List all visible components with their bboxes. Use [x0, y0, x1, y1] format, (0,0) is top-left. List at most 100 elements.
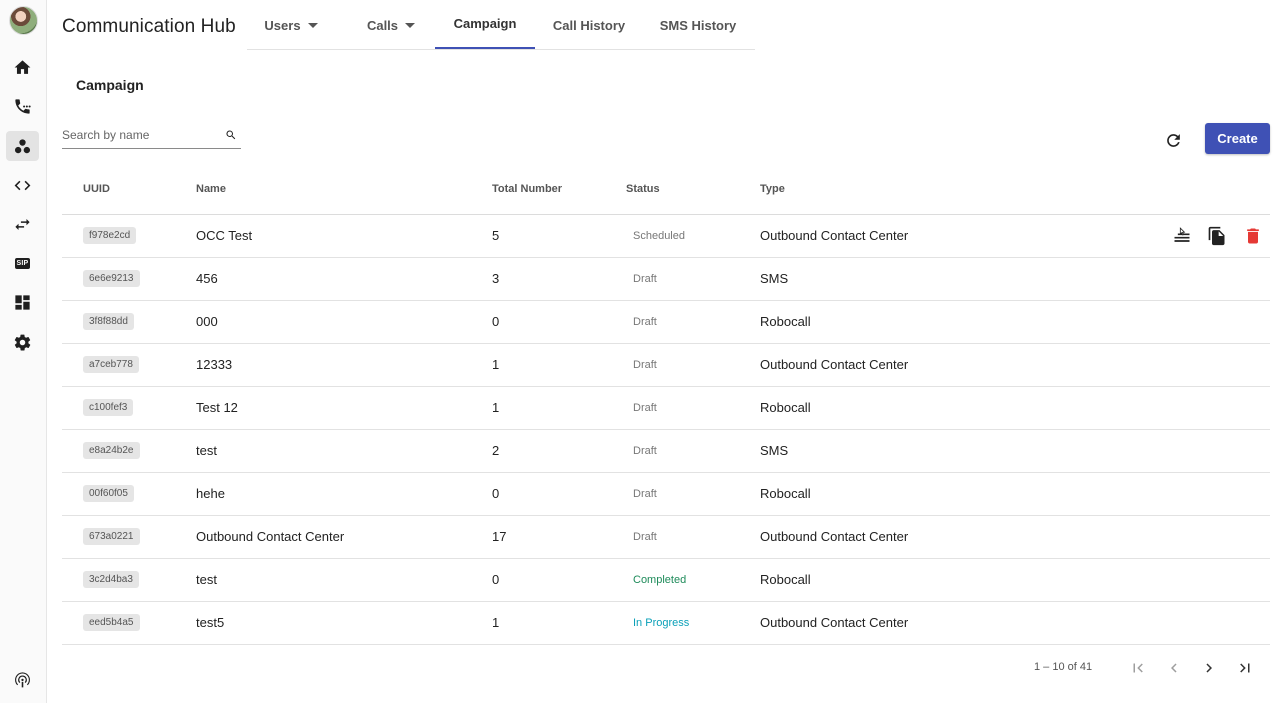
tab-calls[interactable]: Calls — [347, 0, 435, 50]
table-row[interactable]: eed5b4a5 test5 1 In Progress Outbound Contac… — [62, 602, 1270, 645]
total-number: 0 — [492, 572, 500, 587]
app-title: Communication Hub — [62, 16, 236, 37]
campaign-name: test5 — [196, 615, 225, 630]
uuid-badge[interactable]: 3f8f88dd — [83, 313, 134, 330]
last-page-button[interactable] — [1233, 656, 1257, 680]
sidebar: SIP — [0, 0, 47, 703]
copy-icon — [1208, 226, 1225, 246]
campaign-name: test — [196, 572, 217, 587]
uuid-badge[interactable]: 673a0221 — [83, 528, 140, 545]
tab-campaign-label: Campaign — [453, 16, 517, 31]
tab-campaign[interactable]: Campaign — [435, 0, 535, 49]
table-row[interactable]: e8a24b2e test 2 Draft SMS — [62, 430, 1270, 473]
uuid-badge[interactable]: eed5b4a5 — [83, 614, 140, 631]
chevron-right-icon — [1206, 663, 1212, 673]
first-page-icon — [1133, 663, 1143, 673]
campaign-name: 12333 — [196, 357, 233, 372]
campaign-name: OCC Test — [196, 228, 253, 243]
campaign-name: 456 — [196, 271, 218, 286]
column-header-total[interactable]: Total Number — [492, 183, 562, 195]
refresh-button[interactable] — [1162, 129, 1184, 151]
table-row[interactable]: 6e6e9213 456 3 Draft SMS — [62, 258, 1270, 301]
total-number: 3 — [492, 271, 500, 286]
gear-icon — [14, 334, 31, 350]
campaign-name: Outbound Contact Center — [196, 529, 345, 544]
uuid-badge[interactable]: f978e2cd — [83, 227, 137, 244]
tab-sms-history[interactable]: SMS History — [643, 0, 753, 50]
campaign-type: Robocall — [760, 314, 811, 329]
column-header-type[interactable]: Type — [760, 183, 785, 195]
tab-call-history[interactable]: Call History — [535, 0, 643, 50]
uuid-badge[interactable]: 00f60f05 — [83, 485, 134, 502]
campaign-group-icon — [14, 138, 31, 153]
table-body: f978e2cd OCC Test 5 Scheduled Outbound Conta… — [62, 215, 1270, 645]
tab-users-label: Users — [264, 17, 301, 33]
sidebar-item-calls[interactable] — [6, 91, 39, 121]
phone-dialpad-icon — [15, 98, 31, 114]
table-row[interactable]: 3f8f88dd 000 0 Draft Robocall — [62, 301, 1270, 344]
last-page-icon — [1240, 663, 1250, 673]
table-header: UUID Name Total Number Status Type — [62, 172, 1270, 215]
uuid-badge[interactable]: c100fef3 — [83, 399, 134, 416]
search-input[interactable] — [62, 128, 222, 142]
tab-call-history-label: Call History — [552, 17, 626, 33]
table-row[interactable]: 673a0221 Outbound Contact Center 17 Draft Ou… — [62, 516, 1270, 559]
sidebar-item-broadcast[interactable] — [6, 664, 39, 694]
tab-bar: Users Calls Campaign Call History SMS Hi… — [247, 0, 755, 50]
sidebar-item-home[interactable] — [6, 52, 39, 82]
refresh-icon — [1166, 133, 1180, 147]
uuid-badge[interactable]: e8a24b2e — [83, 442, 140, 459]
next-page-button[interactable] — [1197, 656, 1221, 680]
chevron-left-icon — [1171, 663, 1177, 673]
status-label: Draft — [633, 316, 657, 328]
previous-page-button[interactable] — [1162, 656, 1186, 680]
total-number: 1 — [492, 400, 500, 415]
sidebar-item-sip[interactable]: SIP — [6, 248, 39, 278]
status-label: Draft — [633, 273, 657, 285]
page-range-label: 1 – 10 of 41 — [1034, 661, 1093, 673]
status-label: Draft — [633, 359, 657, 371]
campaign-type: SMS — [760, 271, 789, 286]
trash-icon — [1247, 228, 1259, 244]
sidebar-item-settings[interactable] — [6, 327, 39, 357]
avatar[interactable] — [9, 6, 38, 35]
status-label: Draft — [633, 531, 657, 543]
tab-users[interactable]: Users — [247, 0, 335, 50]
sidebar-item-dashboard[interactable] — [6, 287, 39, 317]
table-row[interactable]: a7ceb778 12333 1 Draft Outbound Contact Cent… — [62, 344, 1270, 387]
paginator: 1 – 10 of 41 — [1034, 656, 1270, 680]
create-button[interactable]: Create — [1205, 123, 1270, 154]
total-number: 17 — [492, 529, 507, 544]
dashboard-icon — [15, 294, 30, 310]
search-box — [62, 124, 241, 149]
swap-arrows-icon — [15, 218, 30, 230]
delete-button[interactable] — [1243, 225, 1263, 247]
caret-down-icon — [307, 22, 318, 28]
campaign-type: Outbound Contact Center — [760, 615, 909, 630]
table-row[interactable]: c100fef3 Test 12 1 Draft Robocall — [62, 387, 1270, 430]
status-label: Draft — [633, 488, 657, 500]
column-header-name[interactable]: Name — [196, 183, 226, 195]
view-details-button[interactable] — [1172, 225, 1192, 247]
status-label: Scheduled — [633, 230, 685, 242]
campaign-type: Outbound Contact Center — [760, 228, 909, 243]
caret-down-icon — [405, 22, 416, 28]
sidebar-item-code[interactable] — [6, 170, 39, 200]
tab-calls-label: Calls — [366, 17, 399, 33]
table-row[interactable]: f978e2cd OCC Test 5 Scheduled Outbound Conta… — [62, 215, 1270, 258]
uuid-badge[interactable]: 6e6e9213 — [83, 270, 140, 287]
first-page-button[interactable] — [1126, 656, 1150, 680]
total-number: 1 — [492, 357, 500, 372]
total-number: 2 — [492, 443, 500, 458]
uuid-badge[interactable]: 3c2d4ba3 — [83, 571, 139, 588]
copy-button[interactable] — [1207, 225, 1227, 247]
uuid-badge[interactable]: a7ceb778 — [83, 356, 139, 373]
table-row[interactable]: 00f60f05 hehe 0 Draft Robocall — [62, 473, 1270, 516]
sidebar-item-campaign[interactable] — [6, 131, 39, 161]
column-header-status[interactable]: Status — [626, 183, 660, 195]
sidebar-item-transfer[interactable] — [6, 209, 39, 239]
status-label: In Progress — [633, 617, 690, 629]
column-header-uuid[interactable]: UUID — [83, 183, 110, 195]
search-icon[interactable] — [225, 129, 237, 141]
table-row[interactable]: 3c2d4ba3 test 0 Completed Robocall — [62, 559, 1270, 602]
